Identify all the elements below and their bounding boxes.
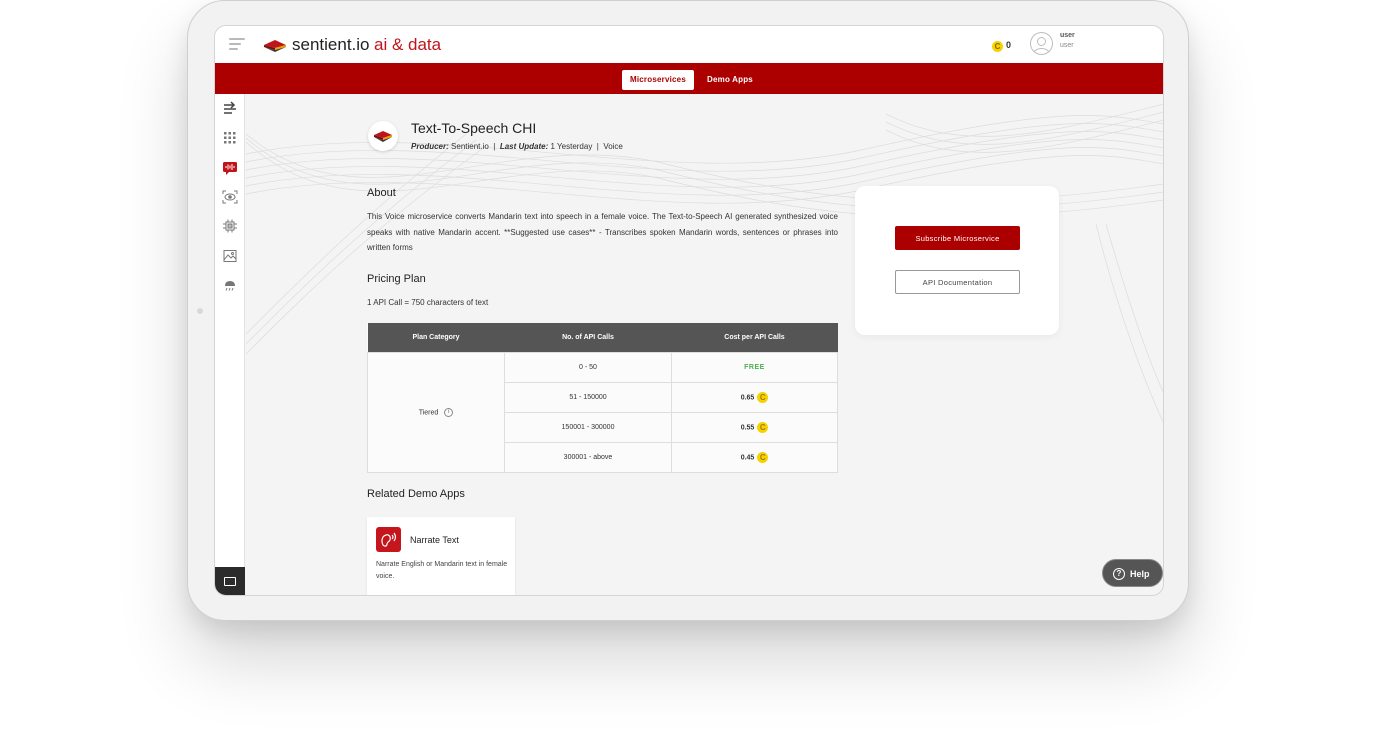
tab-microservices[interactable]: Microservices xyxy=(622,70,694,90)
hamburger-menu-icon[interactable] xyxy=(229,38,245,51)
coin-icon: C xyxy=(757,451,769,463)
cost-value: 0.65 xyxy=(740,393,755,401)
demo-app-description: Narrate English or Mandarin text in fema… xyxy=(376,561,508,580)
service-logo xyxy=(368,121,398,151)
coin-balance: 0 xyxy=(1006,40,1012,50)
demo-app-card[interactable]: Narrate Text Narrate English or Mandarin… xyxy=(367,517,515,595)
pricing-note: 1 API Call = 750 characters of text xyxy=(367,298,489,307)
plan-category-cell: Tiered i xyxy=(367,351,505,473)
api-calls-range: 150001 - 300000 xyxy=(504,411,672,443)
cost-cell: 0.65 C xyxy=(671,381,838,413)
weather-icon[interactable] xyxy=(222,278,238,292)
api-calls-range: 51 - 150000 xyxy=(504,381,672,413)
cost-free: FREE xyxy=(744,363,765,371)
table-header: No. of API Calls xyxy=(504,323,672,352)
cost-value: 0.55 xyxy=(740,423,755,431)
action-card: Subscribe Microservice API Documentation xyxy=(855,186,1059,335)
sidebar xyxy=(215,94,245,595)
voice-icon[interactable] xyxy=(222,161,238,175)
api-calls-range: 0 - 50 xyxy=(504,351,672,383)
about-text: This Voice microservice converts Mandari… xyxy=(367,212,838,252)
sentient-logo-icon[interactable] xyxy=(263,39,287,53)
help-button[interactable]: ? Help xyxy=(1102,559,1163,587)
api-documentation-button[interactable]: API Documentation xyxy=(895,270,1020,294)
chip-icon[interactable] xyxy=(222,219,238,233)
pricing-table: Plan Category No. of API Calls Cost per … xyxy=(367,323,838,473)
user-name[interactable]: user xyxy=(1060,32,1075,39)
collapse-arrow-icon[interactable] xyxy=(222,101,238,115)
plan-category: Tiered xyxy=(418,408,439,416)
pricing-heading: Pricing Plan xyxy=(367,273,426,285)
coin-icon: C xyxy=(992,41,1003,52)
producer-value: Sentient.io xyxy=(451,142,489,151)
grid-icon[interactable] xyxy=(222,131,238,145)
last-update-value: 1 Yesterday xyxy=(550,142,593,151)
user-avatar[interactable] xyxy=(1030,32,1053,55)
table-header: Cost per API Calls xyxy=(671,323,838,352)
coin-icon: C xyxy=(757,421,769,433)
table-row: Tiered i 0 - 50 FREE xyxy=(367,351,838,473)
cost-cell: 0.45 C xyxy=(671,441,838,473)
related-demo-heading: Related Demo Apps xyxy=(367,488,465,500)
meta-separator: | xyxy=(596,142,599,151)
tablet-camera-dot xyxy=(197,308,203,314)
tab-demo-apps[interactable]: Demo Apps xyxy=(699,70,761,90)
info-icon[interactable]: i xyxy=(444,407,454,417)
question-icon: ? xyxy=(1113,568,1125,580)
producer-label: Producer: xyxy=(411,142,449,151)
cost-cell: 0.55 C xyxy=(671,411,838,443)
service-title: Text-To-Speech CHI xyxy=(411,120,537,136)
table-header-row: Plan Category No. of API Calls Cost per … xyxy=(367,323,838,352)
vision-icon[interactable] xyxy=(222,190,238,204)
cost-cell: FREE xyxy=(671,351,838,383)
service-meta: Producer: Sentient.io | Last Update: 1 Y… xyxy=(411,142,623,151)
about-heading: About xyxy=(367,187,396,199)
narrate-icon xyxy=(376,527,401,552)
main-nav: Microservices Demo Apps xyxy=(215,63,1163,94)
demo-app-title[interactable]: Narrate Text xyxy=(410,535,459,545)
api-calls-range: 300001 - above xyxy=(504,441,672,473)
folder-icon[interactable] xyxy=(215,567,245,595)
main-content: Text-To-Speech CHI Producer: Sentient.io… xyxy=(246,94,1163,595)
subscribe-button[interactable]: Subscribe Microservice xyxy=(895,226,1020,250)
sentient-logo-icon xyxy=(374,131,392,142)
top-header: sentient.io ai & data C 0 user user xyxy=(215,26,1163,63)
table-header: Plan Category xyxy=(367,323,505,352)
coin-icon: C xyxy=(757,391,769,403)
user-role: user xyxy=(1060,42,1074,49)
cost-value: 0.45 xyxy=(740,453,755,461)
last-update-label: Last Update: xyxy=(499,142,549,151)
app-screen: sentient.io ai & data C 0 user user Micr… xyxy=(214,25,1164,596)
brand-name[interactable]: sentient.io xyxy=(292,35,370,55)
brand-tagline: ai & data xyxy=(374,35,442,54)
help-label: Help xyxy=(1130,569,1150,579)
meta-separator: | xyxy=(493,142,496,151)
image-icon[interactable] xyxy=(222,249,238,263)
service-category: Voice xyxy=(603,142,623,151)
